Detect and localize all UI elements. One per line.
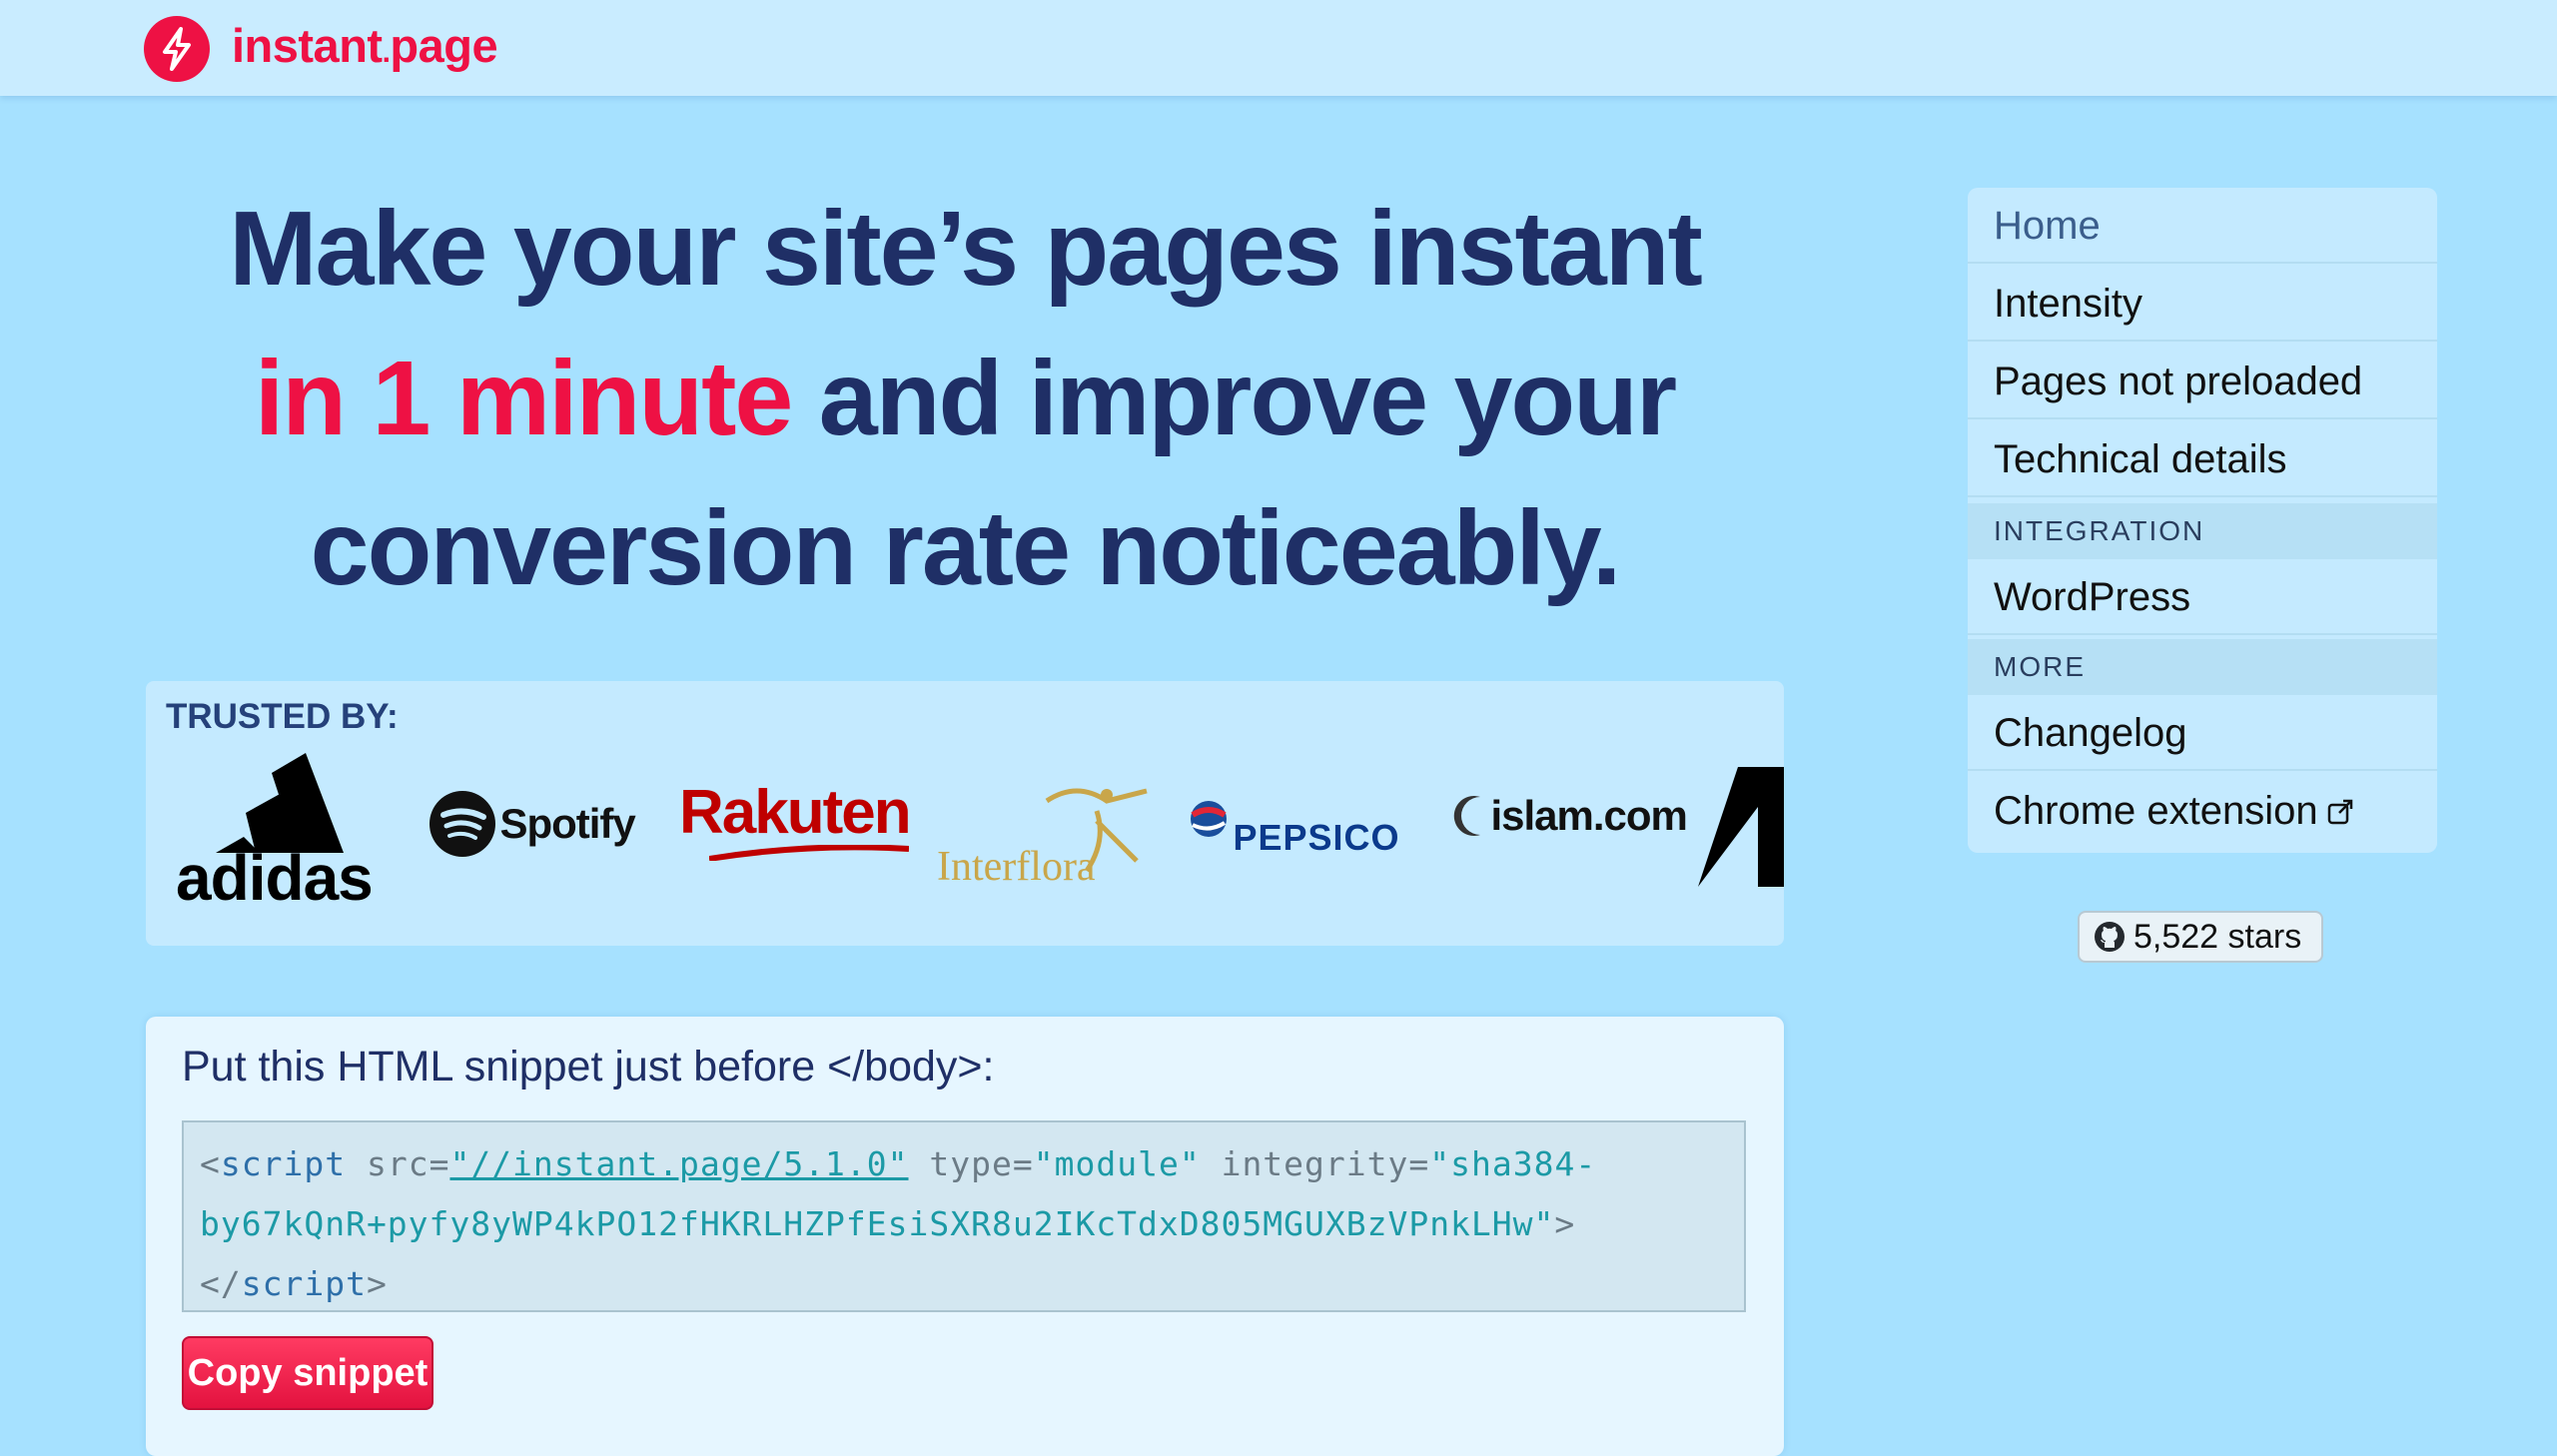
hero-line-2: in 1 minute and improve your <box>146 324 1784 473</box>
hero-highlight: in 1 minute <box>254 340 794 457</box>
hero-line-3: conversion rate noticeably. <box>310 489 1622 607</box>
code-attr: src= <box>346 1144 450 1183</box>
code-attr: integrity= <box>1200 1144 1430 1183</box>
copy-snippet-button[interactable]: Copy snippet <box>182 1336 433 1410</box>
code-punct: > <box>366 1264 388 1303</box>
logo-name: instant <box>232 19 383 72</box>
nav-item-chrome-extension[interactable]: Chrome extension <box>1968 773 2437 849</box>
nav-item-home[interactable]: Home <box>1968 188 2437 264</box>
nav-item-pages-not-preloaded[interactable]: Pages not preloaded <box>1968 344 2437 419</box>
nav-item-changelog[interactable]: Changelog <box>1968 695 2437 771</box>
code-tag: script <box>241 1264 367 1303</box>
code-type-value: "module" <box>1033 1144 1201 1183</box>
rakuten-logo: Rakuten <box>679 777 912 861</box>
islam-com-text: islam.com <box>1490 792 1687 839</box>
trusted-by-label: TRUSTED BY: <box>166 697 399 736</box>
snippet-title: Put this HTML snippet just before </body… <box>182 1043 995 1091</box>
nav-section-integration: INTEGRATION <box>1968 503 2437 559</box>
logo-suffix: page <box>390 19 498 72</box>
nav-item-technical-details[interactable]: Technical details <box>1968 421 2437 497</box>
pepsico-text: PEPSICO <box>1233 817 1400 858</box>
trusted-by-panel: TRUSTED BY: adidas Spotify Rakuten Inter… <box>146 681 1784 946</box>
code-line-2: by67kQnR+pyfy8yWP4kPO12fHKRLHZPfEsiSXR8u… <box>200 1194 1728 1254</box>
code-punct: </ <box>200 1264 242 1303</box>
code-line-3: </script> <box>200 1254 1728 1314</box>
code-punct: > <box>1554 1204 1576 1243</box>
nav-section-more: MORE <box>1968 639 2437 695</box>
spotify-text: Spotify <box>499 800 635 847</box>
hero-line-2-rest: and improve your <box>791 340 1677 457</box>
chrome-extension-label: Chrome extension <box>1994 789 2318 833</box>
partial-brand-logo <box>1698 767 1784 887</box>
code-integrity-value: "sha384- <box>1429 1144 1597 1183</box>
github-stars-button[interactable]: 5,522 stars <box>2078 911 2323 963</box>
code-punct: < <box>200 1144 221 1183</box>
adidas-text: adidas <box>176 842 374 914</box>
code-attr: type= <box>908 1144 1034 1183</box>
nav-item-wordpress[interactable]: WordPress <box>1968 559 2437 635</box>
code-src-value: "//instant.page/5.1.0" <box>449 1144 909 1183</box>
code-integrity-value: by67kQnR+pyfy8yWP4kPO12fHKRLHZPfEsiSXR8u… <box>200 1204 1555 1243</box>
code-tag: script <box>220 1144 347 1183</box>
nav-item-intensity[interactable]: Intensity <box>1968 266 2437 342</box>
spotify-logo: Spotify <box>429 791 636 857</box>
code-snippet[interactable]: <script src="//instant.page/5.1.0" type=… <box>182 1120 1746 1312</box>
rakuten-text: Rakuten <box>679 778 912 847</box>
external-link-icon <box>2326 775 2354 851</box>
snippet-card: Put this HTML snippet just before </body… <box>146 1017 1784 1456</box>
github-stars-count: 5,522 stars <box>2133 917 2302 956</box>
interflora-logo: Interflora <box>937 781 1167 891</box>
interflora-text: Interflora <box>937 844 1096 890</box>
hero-headline: Make your site’s pages instant in 1 minu… <box>146 174 1784 623</box>
side-navigation: Home Intensity Pages not preloaded Techn… <box>1968 188 2437 853</box>
adidas-logo: adidas <box>176 753 396 914</box>
islam-com-logo: islam.com <box>1448 791 1688 841</box>
pepsico-logo: PEPSICO <box>1189 799 1400 858</box>
hero-line-1: Make your site’s pages instant <box>229 190 1703 308</box>
code-line-1: <script src="//instant.page/5.1.0" type=… <box>200 1134 1728 1194</box>
site-header: instant.page <box>0 0 2557 96</box>
lightning-bolt-icon[interactable] <box>144 16 210 82</box>
github-icon <box>2095 922 2125 952</box>
site-logo[interactable]: instant.page <box>232 16 498 76</box>
